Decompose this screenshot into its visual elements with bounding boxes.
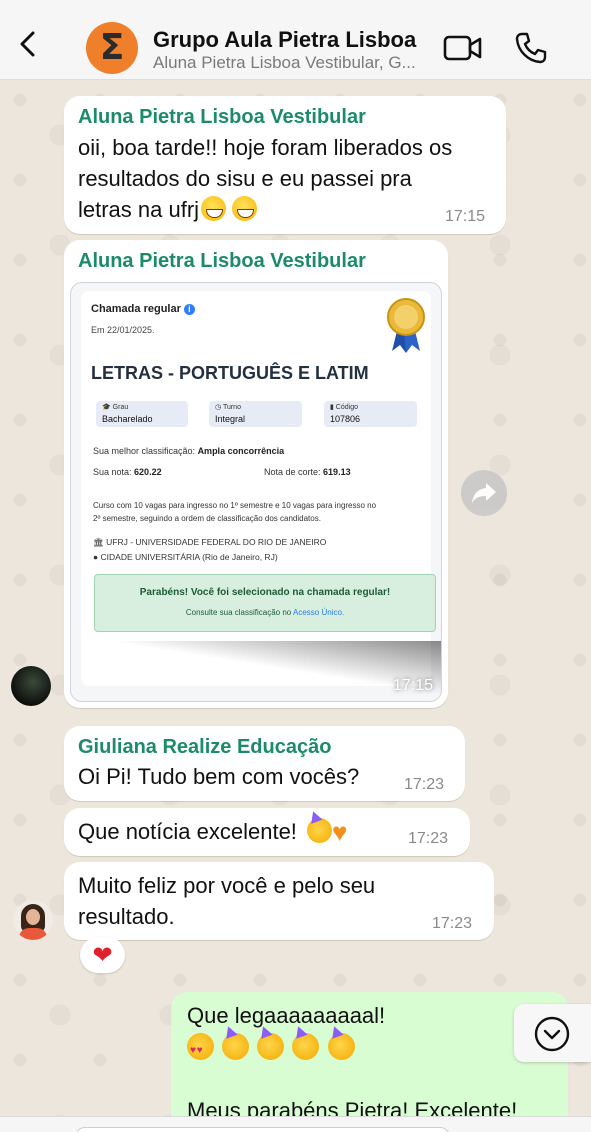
message-sender: Aluna Pietra Lisboa Vestibular (78, 106, 366, 128)
partying-face-emoji-icon (307, 818, 333, 843)
partying-face-emoji-icon (257, 1033, 285, 1060)
grinning-face-emoji-icon (232, 196, 258, 221)
info-icon: i (183, 304, 195, 315)
chat-header: Σ Grupo Aula Pietra Lisboa Aluna Pietra … (0, 0, 591, 80)
sigma-icon: Σ (99, 27, 125, 68)
classification-line: Sua melhor classificação: Ampla concorrê… (93, 446, 285, 456)
message-time: 17:23 (404, 776, 445, 793)
result-screenshot-image[interactable]: Chamada regular i Em 22/01/2025. LETRAS -… (70, 282, 442, 702)
success-banner: Parabéns! Você foi selecionado na chamad… (94, 574, 436, 632)
message-bubble[interactable]: Aluna Pietra Lisboa Vestibular oii, boa … (64, 96, 506, 234)
composer-bar (0, 1116, 591, 1132)
message-bubble[interactable]: Giuliana Realize Educação Oi Pi! Tudo be… (64, 726, 465, 801)
message-time: 17:15 (445, 208, 486, 225)
back-button[interactable] (14, 30, 42, 58)
campus-line: ● CIDADE UNIVERSITÁRIA (Rio de Janeiro, … (93, 552, 278, 562)
message-sender: Giuliana Realize Educação (78, 736, 332, 758)
score-line: Sua nota: 620.22 (93, 467, 162, 477)
voice-call-button[interactable] (514, 31, 548, 65)
group-title[interactable]: Grupo Aula Pietra Lisboa (153, 27, 416, 53)
result-card: Chamada regular i Em 22/01/2025. LETRAS -… (81, 291, 436, 686)
card-date: Em 22/01/2025. (91, 325, 155, 335)
message-time: 17:23 (408, 830, 449, 847)
message-text: Muito feliz por você e pelo seu resultad… (78, 873, 376, 929)
vacancies-text: 2º semestre, seguindo a ordem de classif… (93, 514, 321, 523)
heart-reaction[interactable]: ❤ (80, 937, 125, 973)
university-line: 🏛 UFRJ - UNIVERSIDADE FEDERAL DO RIO DE … (93, 537, 327, 547)
avatar[interactable] (11, 666, 51, 706)
video-call-button[interactable] (443, 34, 483, 62)
chevron-left-icon (20, 31, 35, 57)
message-bubble[interactable]: Que notícia excelente! ♥ 17:23 (64, 808, 470, 856)
course-name: LETRAS - PORTUGUÊS E LATIM (91, 363, 369, 383)
chevron-down-icon (534, 1016, 570, 1052)
message-bubble[interactable]: Muito feliz por você e pelo seu resultad… (64, 862, 494, 940)
partying-face-emoji-icon (292, 1033, 320, 1060)
degree-box: 🎓 Grau Bacharelado (96, 401, 188, 427)
message-text: Que legaaaaaaaaal! Meus parabéns Pietra!… (187, 1000, 517, 1126)
forward-button[interactable] (461, 470, 507, 516)
group-avatar[interactable]: Σ (86, 22, 138, 74)
scroll-to-bottom-button[interactable] (514, 1004, 591, 1062)
shift-box: ◷ Turno Integral (209, 401, 302, 427)
message-text: Que notícia excelente! ♥ (78, 817, 348, 847)
video-camera-icon (443, 35, 482, 61)
message-sender: Aluna Pietra Lisboa Vestibular (78, 250, 366, 272)
cutoff-line: Nota de corte: 619.13 (264, 467, 351, 477)
vacancies-text: Curso com 10 vagas para ingresso no 1º s… (93, 501, 377, 510)
group-participants[interactable]: Aluna Pietra Lisboa Vestibular, G... (153, 53, 433, 73)
message-time: 17:23 (432, 915, 473, 932)
medal-icon (387, 298, 425, 353)
red-heart-icon: ❤ (92, 941, 113, 969)
phone-icon (515, 32, 547, 64)
card-heading: Chamada regular i (91, 303, 195, 315)
avatar[interactable] (13, 900, 53, 940)
location-pin-icon: ● (93, 552, 99, 562)
message-text: Oi Pi! Tudo bem com vocês? (78, 764, 360, 789)
partying-face-emoji-icon (222, 1033, 250, 1060)
acesso-unico-link: Acesso Único. (293, 608, 345, 617)
partying-face-emoji-icon (327, 1033, 355, 1060)
message-input[interactable] (75, 1127, 450, 1132)
code-box: ▮ Código 107806 (324, 401, 417, 427)
forward-arrow-icon (472, 483, 496, 503)
heart-eyes-emoji-icon (187, 1033, 214, 1066)
message-text: oii, boa tarde!! hoje foram liberados os… (78, 135, 453, 222)
grinning-face-emoji-icon (201, 196, 227, 221)
message-time: 17:15 (392, 677, 433, 694)
outgoing-message-bubble[interactable]: Que legaaaaaaaaal! Meus parabéns Pietra!… (171, 992, 568, 1132)
orange-heart-emoji-icon: ♥ (332, 817, 348, 847)
